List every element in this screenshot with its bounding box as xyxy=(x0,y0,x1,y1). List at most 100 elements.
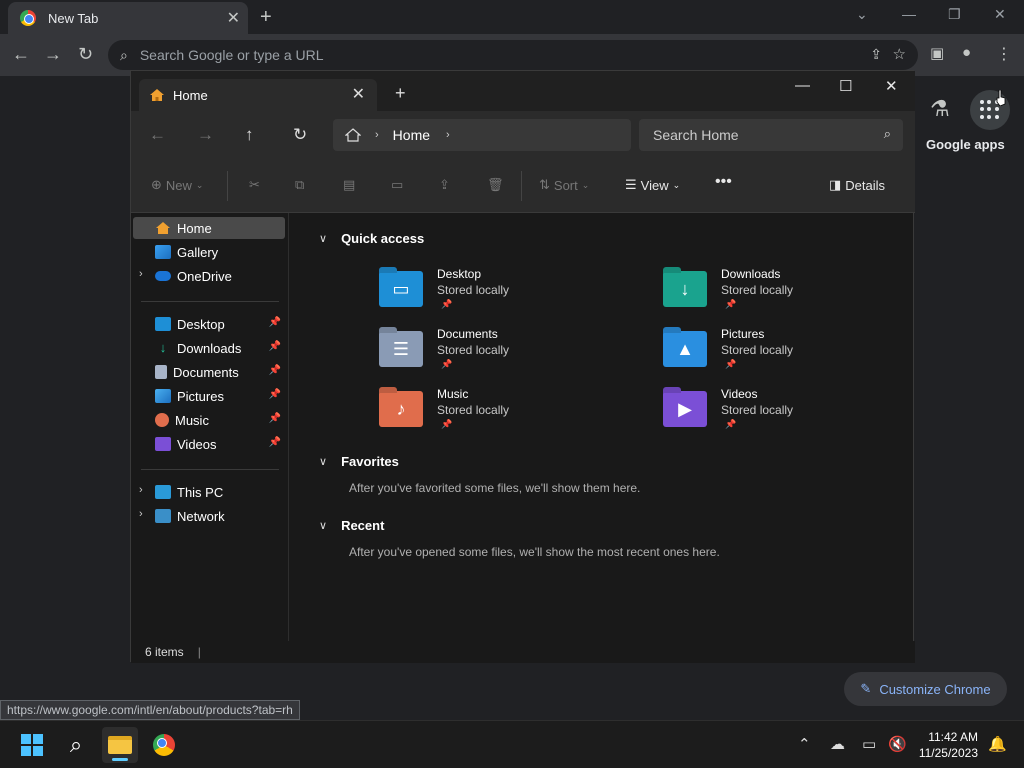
notification-bell-icon[interactable]: 🔔 xyxy=(988,735,1007,753)
bookmark-star-icon[interactable]: ☆ xyxy=(893,45,906,63)
nav-item-pictures[interactable]: Pictures 📌 xyxy=(133,385,285,407)
nav-item-this-pc[interactable]: › This PC xyxy=(133,481,285,503)
expand-chevron-icon[interactable]: › xyxy=(139,484,143,496)
delete-icon[interactable]: 🗑 xyxy=(487,177,504,193)
close-window-icon[interactable]: ✕ xyxy=(885,77,898,95)
view-button[interactable]: ☰ View ⌄ xyxy=(625,177,680,193)
forward-arrow-icon[interactable]: → xyxy=(197,125,214,145)
address-bar[interactable]: › Home › xyxy=(333,119,631,151)
document-icon xyxy=(155,365,167,379)
forward-arrow-icon[interactable]: → xyxy=(44,44,62,65)
tab-search-chevron-icon[interactable]: ⌄ xyxy=(856,6,868,23)
share-icon[interactable]: ⇪ xyxy=(439,177,450,193)
minimize-icon[interactable]: — xyxy=(902,6,916,22)
item-name: Documents xyxy=(437,327,498,341)
pin-icon: 📌 xyxy=(441,419,453,429)
share-icon[interactable]: ⇪ xyxy=(870,46,882,63)
desktop-icon xyxy=(155,317,171,331)
nav-item-network[interactable]: › Network xyxy=(133,505,285,527)
close-tab-icon[interactable]: ✕ xyxy=(352,84,365,104)
nav-item-videos[interactable]: Videos 📌 xyxy=(133,433,285,455)
chrome-tab-new-tab[interactable]: New Tab ✕ xyxy=(8,2,248,34)
restore-icon[interactable]: ❐ xyxy=(948,6,961,23)
side-panel-icon[interactable]: ▣ xyxy=(930,44,944,62)
download-arrow-icon: ↓ xyxy=(159,340,167,355)
customize-chrome-label: Customize Chrome xyxy=(879,681,991,697)
profile-icon[interactable]: ● xyxy=(962,44,971,61)
nav-item-gallery[interactable]: Gallery xyxy=(133,241,285,263)
link-status-bubble: https://www.google.com/intl/en/about/pro… xyxy=(0,700,300,720)
quick-access-downloads[interactable]: ↓ Downloads Stored locally 📌 xyxy=(663,267,923,323)
quick-access-videos[interactable]: ▶ Videos Stored locally 📌 xyxy=(663,387,923,443)
explorer-tab-home[interactable]: Home ✕ xyxy=(139,79,377,111)
section-title: Favorites xyxy=(341,454,399,469)
customize-chrome-button[interactable]: ✎ Customize Chrome xyxy=(844,672,1007,706)
rename-icon[interactable]: ▭ xyxy=(391,177,403,193)
new-tab-plus-icon[interactable]: + xyxy=(395,83,406,104)
section-title: Recent xyxy=(341,518,385,533)
minimize-icon[interactable]: — xyxy=(795,77,810,94)
search-home-box[interactable]: Search Home ⌕ xyxy=(639,119,903,151)
file-explorer-taskbar-button[interactable] xyxy=(102,727,138,763)
sort-label: Sort xyxy=(553,177,578,193)
copy-icon[interactable]: ⧉ xyxy=(295,177,304,193)
start-button[interactable] xyxy=(14,727,50,763)
quick-access-pictures[interactable]: ▲ Pictures Stored locally 📌 xyxy=(663,327,923,383)
sort-button[interactable]: ⇅ Sort ⌄ xyxy=(539,177,589,193)
chrome-menu-icon[interactable]: ⋮ xyxy=(996,44,1012,64)
file-explorer-window: Home ✕ + — ☐ ✕ ← → ↑ ↻ › Home › Search H… xyxy=(130,70,915,663)
nav-item-desktop[interactable]: Desktop 📌 xyxy=(133,313,285,335)
expand-chevron-icon[interactable]: › xyxy=(139,508,143,520)
pin-icon: 📌 xyxy=(268,413,281,424)
pictures-folder-icon: ▲ xyxy=(663,331,707,367)
up-arrow-icon[interactable]: ↑ xyxy=(245,125,254,145)
paste-icon[interactable]: ▤ xyxy=(343,177,355,193)
item-name: Desktop xyxy=(437,267,482,281)
nav-item-onedrive[interactable]: › OneDrive xyxy=(133,265,285,287)
show-hidden-icons-chevron[interactable]: ⌃ xyxy=(798,735,811,753)
back-arrow-icon[interactable]: ← xyxy=(149,125,166,145)
pin-icon: 📌 xyxy=(268,365,281,376)
clock[interactable]: 11:42 AM 11/25/2023 xyxy=(916,729,978,761)
nav-item-music[interactable]: Music 📌 xyxy=(133,409,285,431)
nav-item-label: This PC xyxy=(177,484,224,500)
labs-flask-icon[interactable]: ⚗ xyxy=(930,96,950,122)
chrome-taskbar-button[interactable] xyxy=(146,727,182,763)
volume-muted-icon[interactable]: 🔇 xyxy=(888,735,907,753)
videos-icon xyxy=(155,437,171,451)
nav-item-downloads[interactable]: ↓ Downloads 📌 xyxy=(133,337,285,359)
quick-access-documents[interactable]: ☰ Documents Stored locally 📌 xyxy=(379,327,639,383)
breadcrumb-chevron-icon[interactable]: › xyxy=(446,129,450,141)
close-window-icon[interactable]: ✕ xyxy=(994,6,1006,23)
onedrive-cloud-icon xyxy=(155,271,171,281)
quick-access-desktop[interactable]: ▭ Desktop Stored locally 📌 xyxy=(379,267,639,323)
close-tab-icon[interactable]: ✕ xyxy=(227,8,240,28)
music-icon xyxy=(155,413,169,427)
quick-access-music[interactable]: ♪ Music Stored locally 📌 xyxy=(379,387,639,443)
onedrive-tray-icon[interactable]: ☁ xyxy=(830,735,845,753)
search-icon[interactable]: ⌕ xyxy=(58,727,94,763)
collapse-chevron-icon: ∨ xyxy=(319,520,328,532)
maximize-icon[interactable]: ☐ xyxy=(839,77,852,95)
back-arrow-icon[interactable]: ← xyxy=(12,44,30,65)
network-tray-icon[interactable]: ▭ xyxy=(862,735,876,753)
expand-chevron-icon[interactable]: › xyxy=(139,268,143,280)
recent-header[interactable]: ∨ Recent xyxy=(319,518,384,533)
more-options-icon[interactable]: ••• xyxy=(715,173,732,191)
favorites-header[interactable]: ∨ Favorites xyxy=(319,454,399,469)
breadcrumb-home[interactable]: Home xyxy=(393,127,430,143)
cut-icon[interactable]: ✂ xyxy=(249,177,260,193)
new-tab-plus-icon[interactable]: + xyxy=(260,6,272,29)
reload-icon[interactable]: ↻ xyxy=(78,44,93,65)
search-icon: ⌕ xyxy=(120,46,128,63)
quick-access-header[interactable]: ∨ Quick access xyxy=(319,231,424,246)
details-button[interactable]: ◨ Details xyxy=(829,177,885,193)
new-button[interactable]: ⊕ New ⌄ xyxy=(151,177,203,193)
item-name: Pictures xyxy=(721,327,765,341)
view-label: View xyxy=(640,177,669,193)
nav-item-home[interactable]: Home xyxy=(133,217,285,239)
refresh-icon[interactable]: ↻ xyxy=(293,125,307,145)
omnibox[interactable]: ⌕ Search Google or type a URL ⇪ ☆ xyxy=(108,40,918,70)
nav-item-documents[interactable]: Documents 📌 xyxy=(133,361,285,383)
item-name: Downloads xyxy=(721,267,781,281)
